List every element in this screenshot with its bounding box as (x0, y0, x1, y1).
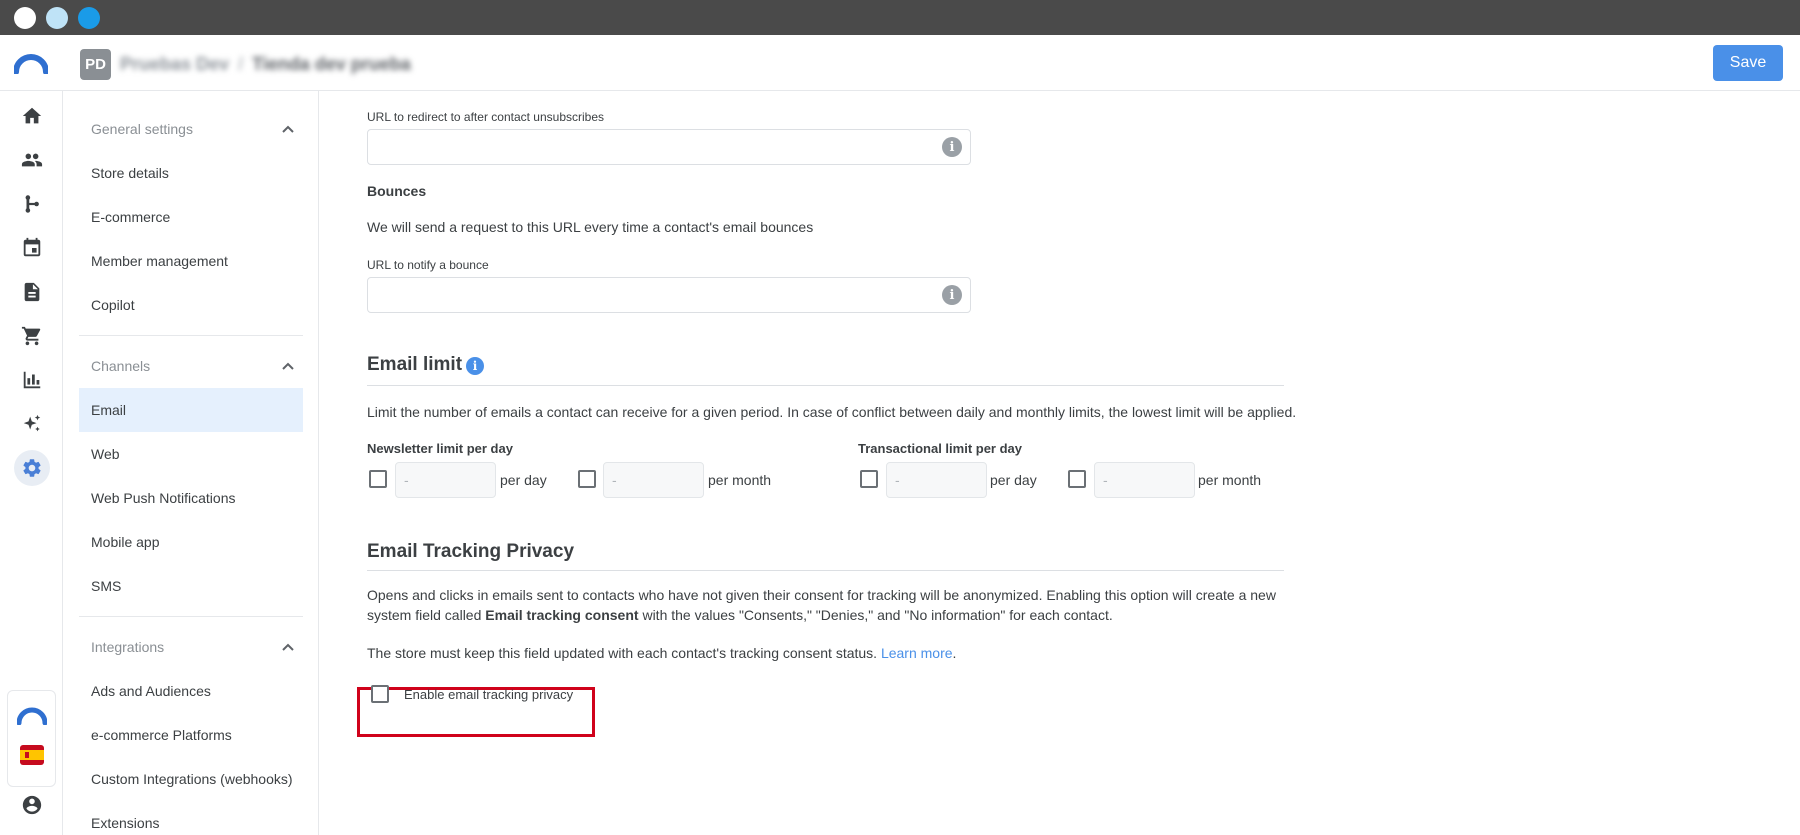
sidebar-item-web-push-notifications[interactable]: Web Push Notifications (79, 476, 303, 520)
spain-flag-icon[interactable] (20, 745, 44, 765)
os-title-bar (0, 0, 1800, 35)
sidebar-item-ads-and-audiences[interactable]: Ads and Audiences (79, 669, 303, 713)
newsletter-day-checkbox[interactable] (369, 470, 387, 488)
transactional-day-input[interactable] (886, 462, 987, 498)
sidebar-item-e-commerce[interactable]: E-commerce (79, 195, 303, 239)
bounce-url-label: URL to notify a bounce (367, 258, 489, 272)
sidebar-item-store-details[interactable]: Store details (79, 151, 303, 195)
section-title: General settings (91, 121, 193, 137)
section-general-settings[interactable]: General settings (79, 114, 303, 144)
icon-rail (0, 91, 63, 835)
window-minimize-button[interactable] (46, 7, 68, 29)
bounces-description: We will send a request to this URL every… (367, 219, 814, 235)
email-limit-title: Email limit (367, 354, 463, 375)
transactional-limit-label: Transactional limit per day (858, 441, 1022, 456)
newsletter-month-checkbox[interactable] (578, 470, 596, 488)
home-icon[interactable] (14, 98, 50, 134)
account-circle-icon[interactable] (14, 787, 50, 823)
breadcrumb-account[interactable]: Pruebas Dev (120, 54, 229, 74)
divider (79, 335, 303, 336)
email-limit-description: Limit the number of emails a contact can… (367, 404, 1297, 420)
section-integrations[interactable]: Integrations (79, 632, 303, 662)
workspace-badge[interactable]: PD (80, 49, 111, 80)
bounce-url-input[interactable] (367, 277, 971, 313)
sidebar-item-email[interactable]: Email (79, 388, 303, 432)
transactional-day-checkbox[interactable] (860, 470, 878, 488)
tracking-note-text: The store must keep this field updated w… (367, 645, 881, 661)
main-content: URL to redirect to after contact unsubsc… (319, 91, 1800, 835)
tracking-note-end: . (952, 645, 957, 661)
tracking-field-name: Email tracking consent (485, 607, 639, 623)
brand-logo-icon[interactable] (17, 705, 47, 725)
save-button[interactable]: Save (1713, 45, 1783, 81)
analytics-icon[interactable] (14, 362, 50, 398)
breadcrumb-store[interactable]: Tienda dev prueba (252, 54, 411, 74)
rail-bottom-group (7, 690, 56, 787)
brand-logo-icon[interactable] (14, 52, 48, 74)
divider (367, 570, 1284, 571)
sidebar-item-ecommerce-platforms[interactable]: e-commerce Platforms (79, 713, 303, 757)
chevron-up-icon[interactable] (281, 640, 295, 654)
window-close-button[interactable] (14, 7, 36, 29)
section-title: Integrations (91, 639, 165, 655)
section-title: Channels (91, 358, 151, 374)
info-icon[interactable]: i (942, 285, 962, 305)
sidebar-item-custom-integrations[interactable]: Custom Integrations (webhooks) (79, 757, 303, 801)
sparkles-icon[interactable] (14, 406, 50, 442)
newsletter-limit-label: Newsletter limit per day (367, 441, 513, 456)
sidebar-item-mobile-app[interactable]: Mobile app (79, 520, 303, 564)
info-icon[interactable]: i (942, 137, 962, 157)
per-day-label: per day (990, 472, 1037, 488)
divider (79, 616, 303, 617)
enable-tracking-privacy-label[interactable]: Enable email tracking privacy (404, 687, 573, 702)
per-month-label: per month (1198, 472, 1262, 488)
learn-more-link[interactable]: Learn more (881, 645, 953, 661)
sidebar-item-web[interactable]: Web (79, 432, 303, 476)
document-icon[interactable] (14, 274, 50, 310)
chevron-up-icon[interactable] (281, 359, 295, 373)
tracking-privacy-title: Email Tracking Privacy (367, 541, 575, 562)
tracking-note: The store must keep this field updated w… (367, 643, 956, 663)
sidebar-item-member-management[interactable]: Member management (79, 239, 303, 283)
info-icon[interactable]: i (466, 357, 484, 375)
cart-icon[interactable] (14, 318, 50, 354)
sidebar-item-copilot[interactable]: Copilot (79, 283, 303, 327)
sidebar-item-sms[interactable]: SMS (79, 564, 303, 608)
tracking-description: Opens and clicks in emails sent to conta… (367, 585, 1277, 625)
unsubscribe-url-label: URL to redirect to after contact unsubsc… (367, 110, 604, 124)
automation-icon[interactable] (14, 186, 50, 222)
unsubscribe-url-input[interactable] (367, 129, 971, 165)
bounces-title: Bounces (367, 183, 427, 199)
transactional-month-input[interactable] (1094, 462, 1195, 498)
transactional-month-checkbox[interactable] (1068, 470, 1086, 488)
tracking-desc-text: with the values "Consents," "Denies," an… (638, 607, 1113, 623)
settings-sidebar: General settings Store details E-commerc… (63, 91, 319, 835)
newsletter-day-input[interactable] (395, 462, 496, 498)
newsletter-month-input[interactable] (603, 462, 704, 498)
contacts-icon[interactable] (14, 142, 50, 178)
app-header: PD Pruebas Dev / Tienda dev prueba Save (0, 35, 1800, 91)
section-channels[interactable]: Channels (79, 351, 303, 381)
per-day-label: per day (500, 472, 547, 488)
breadcrumb-separator: / (238, 54, 244, 74)
per-month-label: per month (708, 472, 772, 488)
divider (367, 385, 1284, 386)
enable-tracking-privacy-checkbox[interactable] (371, 685, 389, 703)
sidebar-item-extensions[interactable]: Extensions (79, 801, 303, 835)
calendar-icon[interactable] (14, 230, 50, 266)
chevron-up-icon[interactable] (281, 122, 295, 136)
breadcrumb: Pruebas Dev / Tienda dev prueba (120, 54, 411, 75)
settings-icon[interactable] (14, 450, 50, 486)
window-maximize-button[interactable] (78, 7, 100, 29)
